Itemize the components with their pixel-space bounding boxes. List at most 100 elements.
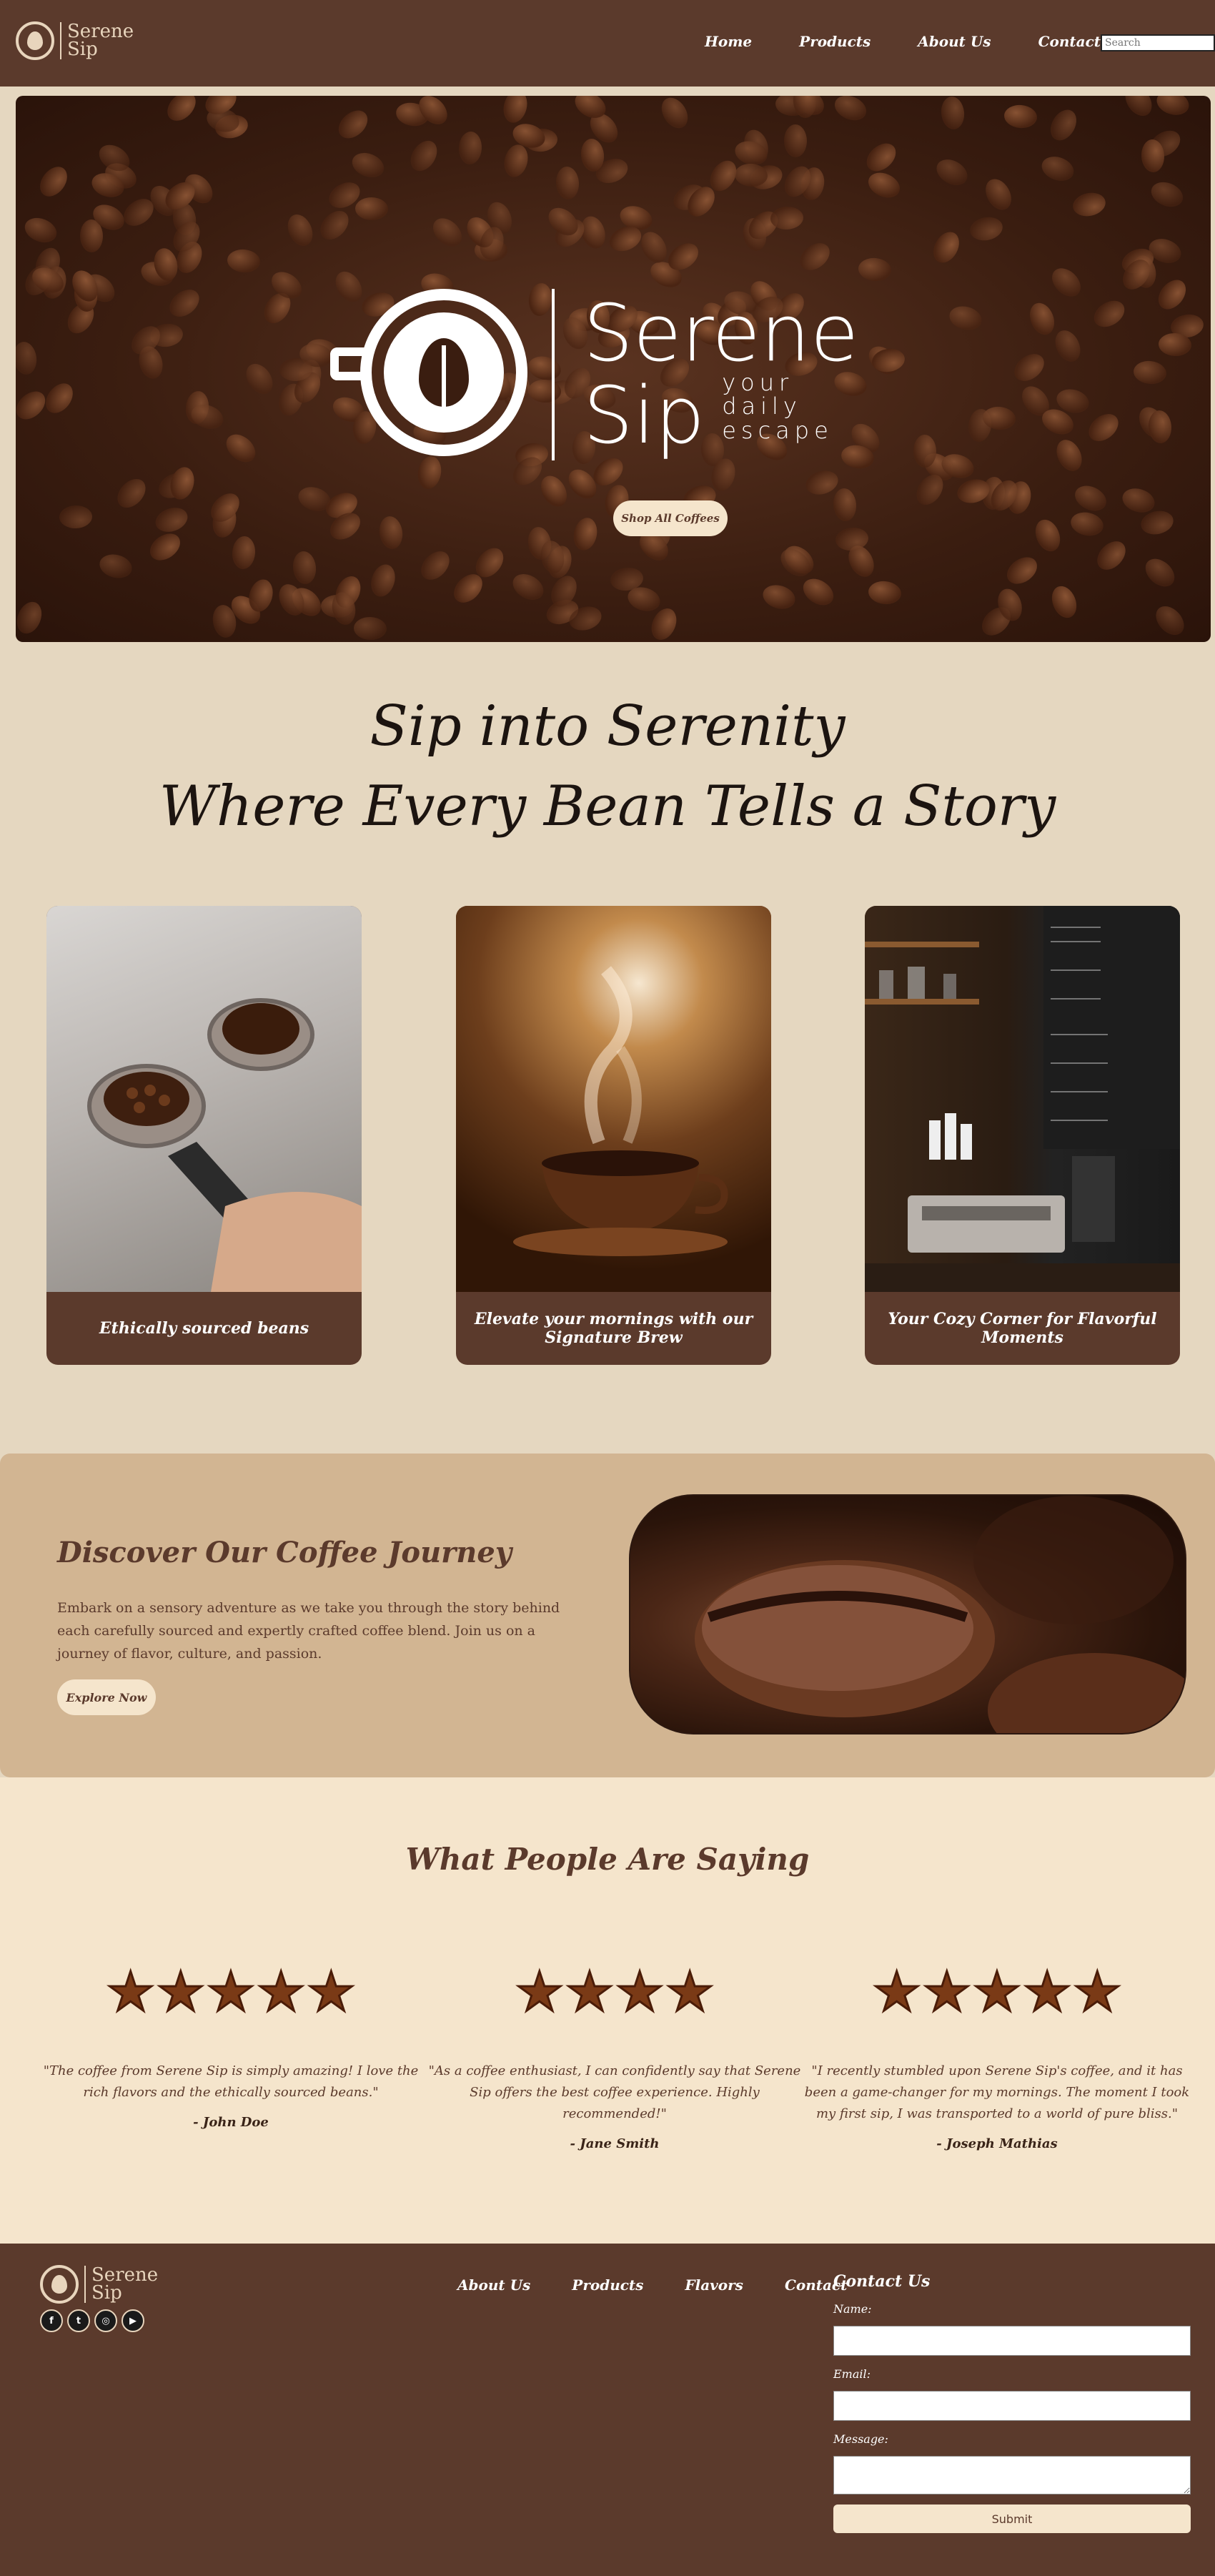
star-icon: ★: [514, 1960, 565, 2023]
coffee-bean-decoration: [427, 213, 467, 252]
coffee-bean-decoration: [500, 96, 531, 125]
coffee-bean-decoration: [1132, 359, 1168, 385]
testimonial-quote: "The coffee from Serene Sip is simply am…: [43, 2063, 419, 2100]
coffee-bean-decoration: [1148, 177, 1187, 211]
star-icon: ★: [105, 1960, 156, 2023]
nav-contact[interactable]: Contact: [1038, 33, 1101, 50]
footer-nav-products[interactable]: Products: [572, 2276, 643, 2294]
email-label: Email:: [833, 2367, 871, 2381]
coffee-bean-decoration: [111, 473, 152, 513]
coffee-bean-decoration: [1046, 104, 1082, 145]
coffee-bean-decoration: [501, 142, 532, 180]
star-icon: ★: [306, 1960, 357, 2023]
feature-caption: Ethically sourced beans: [99, 1319, 309, 1338]
twitter-icon[interactable]: t: [67, 2309, 90, 2332]
nav-products[interactable]: Products: [799, 33, 871, 50]
coffee-bean-decoration: [16, 340, 39, 376]
star-rating: ★ ★ ★ ★ ★: [38, 1960, 424, 2023]
footer-nav-flavors[interactable]: Flavors: [685, 2276, 743, 2294]
journey-text: Embark on a sensory adventure as we take…: [57, 1600, 560, 1662]
coffee-bean-decoration: [226, 248, 261, 274]
coffee-bean-decoration: [1088, 295, 1129, 332]
star-icon: ★: [564, 1960, 615, 2023]
nav-home[interactable]: Home: [705, 33, 752, 50]
coffee-bean-decoration: [405, 135, 442, 176]
testimonial-card: ★ ★ ★ ★ ★ "I recently stumbled upon Serene S…: [804, 1960, 1190, 2151]
site-header: Serene Sip Home Products About Us Contac…: [0, 0, 1215, 87]
facebook-icon[interactable]: f: [40, 2309, 63, 2332]
main-nav: Home Products About Us Contact: [705, 33, 1101, 50]
coffee-bean-decoration: [1091, 536, 1131, 576]
coffee-bean-decoration: [1038, 152, 1077, 185]
coffee-bean-decoration: [292, 550, 318, 586]
coffee-bean-decoration: [349, 149, 388, 182]
coffee-bean-decoration: [152, 503, 192, 536]
coffee-bean-decoration: [1151, 601, 1190, 641]
coffee-bean-decoration: [867, 580, 903, 606]
social-links: f t ◎ ▶: [40, 2309, 144, 2332]
coffee-bean-decoration: [1146, 409, 1173, 445]
coffee-bean-decoration: [1001, 551, 1042, 590]
feature-card[interactable]: Ethically sourced beans: [46, 906, 362, 1365]
coffee-bean-decoration: [458, 131, 483, 165]
submit-button[interactable]: Submit: [833, 2505, 1191, 2533]
coffee-bean-decoration: [1139, 553, 1180, 593]
coffee-bean-decoration: [570, 515, 600, 553]
coffee-bean-decoration: [231, 536, 257, 571]
coffee-bean-decoration: [636, 227, 673, 268]
logo-wordmark: Serene Sip: [91, 2264, 159, 2304]
coffee-bean-decoration: [314, 205, 354, 245]
coffee-bean-decoration: [946, 302, 985, 334]
logo-wordmark: Serene Sip: [67, 21, 134, 60]
footer-nav-about-us[interactable]: About Us: [457, 2276, 530, 2294]
explore-now-button[interactable]: Explore Now: [57, 1679, 156, 1715]
shop-all-coffees-button[interactable]: Shop All Coffees: [613, 500, 728, 536]
journey-title: Discover Our Coffee Journey: [57, 1536, 512, 1569]
star-icon: ★: [665, 1960, 715, 2023]
nav-about-us[interactable]: About Us: [918, 33, 991, 50]
coffee-bean-decoration: [241, 359, 279, 400]
coffee-bean-decoration: [968, 214, 1005, 244]
coffee-bean-decoration: [928, 227, 964, 268]
instagram-icon[interactable]: ◎: [94, 2309, 117, 2332]
cafe-counter-image: [865, 906, 1180, 1292]
coffee-bean-decoration: [59, 504, 93, 529]
header-logo[interactable]: Serene Sip: [16, 21, 134, 60]
star-icon: ★: [971, 1960, 1022, 2023]
hero-tagline: your daily escape: [722, 368, 833, 445]
coffee-bean-decoration: [795, 237, 835, 276]
coffee-bean-decoration: [760, 581, 798, 613]
coffee-bean-decoration: [1003, 104, 1038, 129]
coffee-bean-decoration: [415, 546, 455, 586]
testimonial-quote: "As a coffee enthusiast, I can confident…: [428, 2063, 801, 2121]
name-field[interactable]: [833, 2326, 1191, 2356]
search-input[interactable]: [1101, 34, 1215, 51]
youtube-icon[interactable]: ▶: [122, 2309, 144, 2332]
coffee-bean-decoration: [354, 197, 388, 221]
coffee-bean-decoration: [1153, 274, 1192, 315]
coffee-bean-decoration: [220, 428, 261, 468]
coffee-bean-decoration: [798, 573, 839, 611]
star-icon: ★: [256, 1960, 307, 2023]
coffee-bean-decoration: [1046, 262, 1086, 302]
star-icon: ★: [1072, 1960, 1123, 2023]
coffee-bean-decoration: [377, 514, 405, 551]
coffee-bean-decoration: [832, 487, 858, 523]
feature-card[interactable]: Elevate your mornings with our Signature…: [456, 906, 771, 1365]
testimonial-author: - Jane Smith: [570, 2136, 660, 2151]
testimonials-title: What People Are Saying: [405, 1842, 810, 1877]
feature-card[interactable]: Your Cozy Corner for Flavorful Moments: [865, 906, 1180, 1365]
footer-logo[interactable]: Serene Sip: [40, 2265, 158, 2304]
coffee-bean-decoration: [980, 174, 1016, 214]
cup-logo-icon: [16, 21, 54, 60]
coffee-bean-decoration: [535, 470, 572, 511]
testimonials-section: What People Are Saying ★ ★ ★ ★ ★ "The coffee…: [0, 1777, 1215, 2244]
hero-wordmark: Serene Sip your daily escape: [583, 287, 859, 462]
email-field[interactable]: [833, 2391, 1191, 2421]
coffee-bean-decoration: [34, 162, 73, 202]
star-rating: ★ ★ ★ ★: [422, 1960, 808, 2023]
testimonial-card: ★ ★ ★ ★ "As a coffee enthusiast, I can conf…: [422, 1960, 808, 2151]
hero-banner: Serene Sip your daily escape Shop All Co…: [16, 96, 1211, 642]
message-field[interactable]: [833, 2456, 1191, 2494]
coffee-bean-decoration: [21, 213, 61, 247]
